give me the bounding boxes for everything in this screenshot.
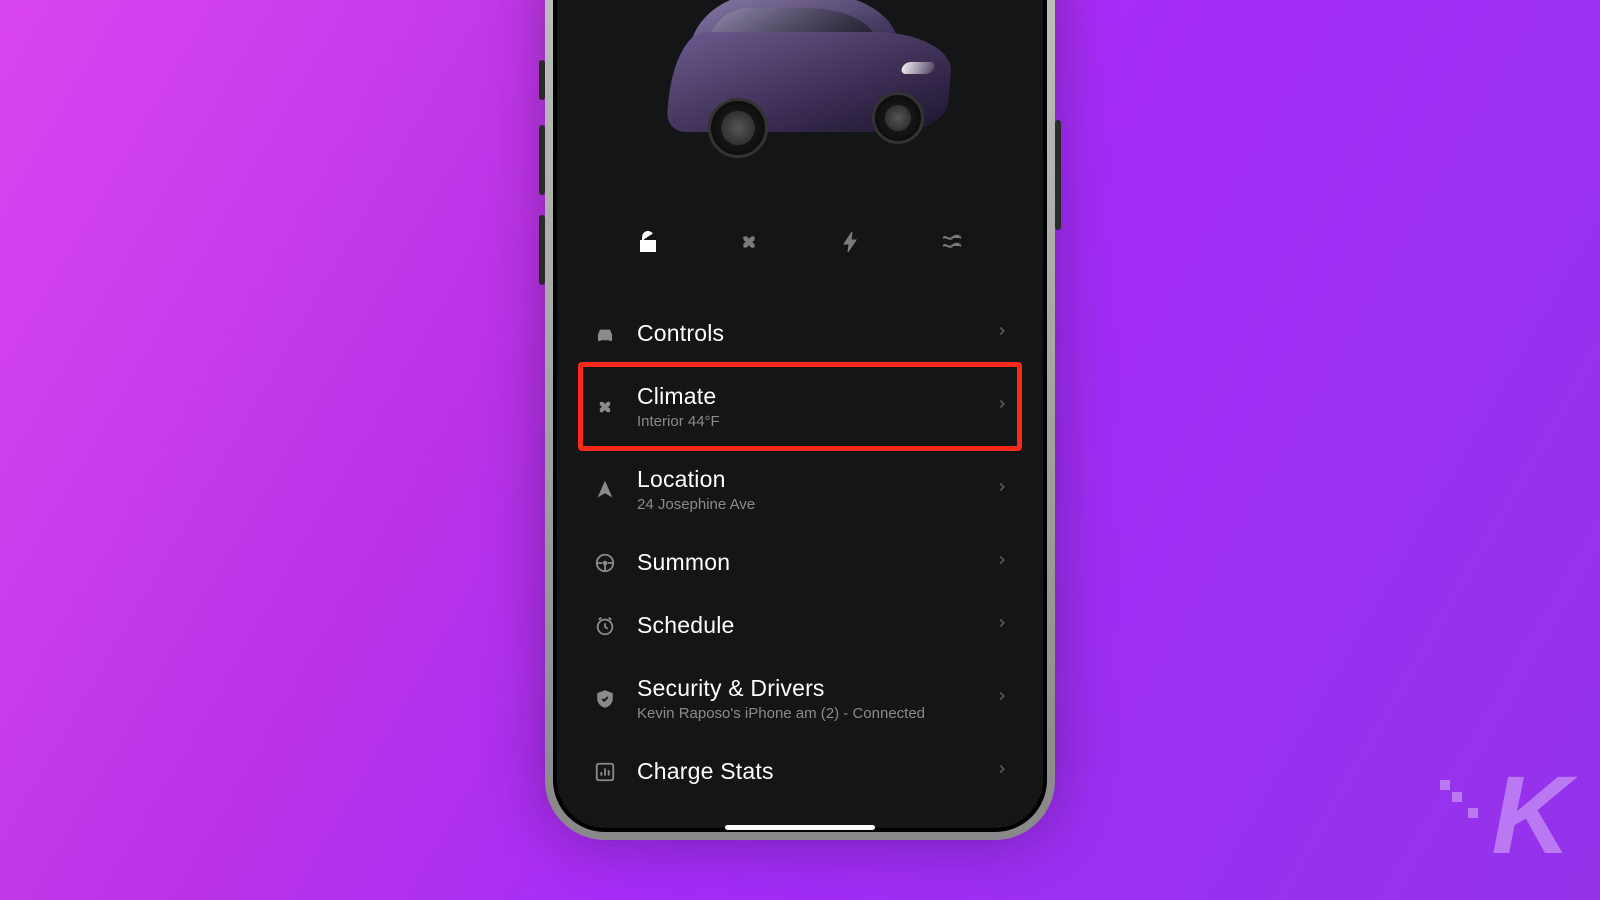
phone-mute-switch [539, 60, 545, 100]
vent-button[interactable] [932, 222, 972, 262]
home-indicator[interactable] [725, 825, 875, 830]
phone-frame: Controls Climate Interior 44°F [545, 0, 1055, 840]
bolt-icon [839, 230, 863, 254]
menu-item-label: Controls [637, 320, 995, 347]
menu-item-charge-stats[interactable]: Charge Stats [583, 740, 1017, 803]
menu-item-label: Summon [637, 549, 995, 576]
menu-item-label: Security & Drivers [637, 675, 995, 702]
fan-icon [737, 230, 761, 254]
menu-item-subtitle: Interior 44°F [637, 413, 995, 430]
steering-wheel-icon [591, 552, 619, 574]
menu-item-subtitle: Kevin Raposo's iPhone am (2) - Connected [637, 705, 995, 722]
menu-item-label: Climate [637, 383, 995, 410]
menu-item-climate[interactable]: Climate Interior 44°F [578, 362, 1022, 451]
main-menu: Controls Climate Interior 44°F [557, 302, 1043, 803]
vent-icon [940, 230, 964, 254]
quick-actions-row [557, 212, 1043, 302]
chevron-right-icon [995, 553, 1009, 572]
app-screen: Controls Climate Interior 44°F [553, 0, 1047, 832]
climate-fan-button[interactable] [729, 222, 769, 262]
menu-item-controls[interactable]: Controls [583, 302, 1017, 365]
nav-arrow-icon [591, 479, 619, 501]
car-icon [591, 323, 619, 345]
menu-item-label: Location [637, 466, 995, 493]
chevron-right-icon [995, 397, 1009, 416]
menu-item-location[interactable]: Location 24 Josephine Ave [583, 448, 1017, 531]
shield-icon [591, 688, 619, 710]
menu-item-schedule[interactable]: Schedule [583, 594, 1017, 657]
phone-volume-up [539, 125, 545, 195]
chevron-right-icon [995, 324, 1009, 343]
clock-icon [591, 615, 619, 637]
menu-item-label: Schedule [637, 612, 995, 639]
chevron-right-icon [995, 480, 1009, 499]
phone-volume-down [539, 215, 545, 285]
charge-bolt-button[interactable] [831, 222, 871, 262]
menu-item-summon[interactable]: Summon [583, 531, 1017, 594]
unlock-icon [636, 230, 660, 254]
watermark-letter: K [1492, 754, 1565, 877]
chevron-right-icon [995, 762, 1009, 781]
menu-item-label: Charge Stats [637, 758, 995, 785]
menu-item-security[interactable]: Security & Drivers Kevin Raposo's iPhone… [583, 657, 1017, 740]
chevron-right-icon [995, 689, 1009, 708]
chevron-right-icon [995, 616, 1009, 635]
watermark-logo: K [1492, 752, 1565, 880]
fan-icon [591, 396, 619, 418]
phone-power-button [1055, 120, 1061, 230]
car-render-area [557, 0, 1043, 212]
bar-chart-icon [591, 761, 619, 783]
car-illustration [640, 0, 960, 162]
unlock-button[interactable] [628, 222, 668, 262]
menu-item-subtitle: 24 Josephine Ave [637, 496, 995, 513]
